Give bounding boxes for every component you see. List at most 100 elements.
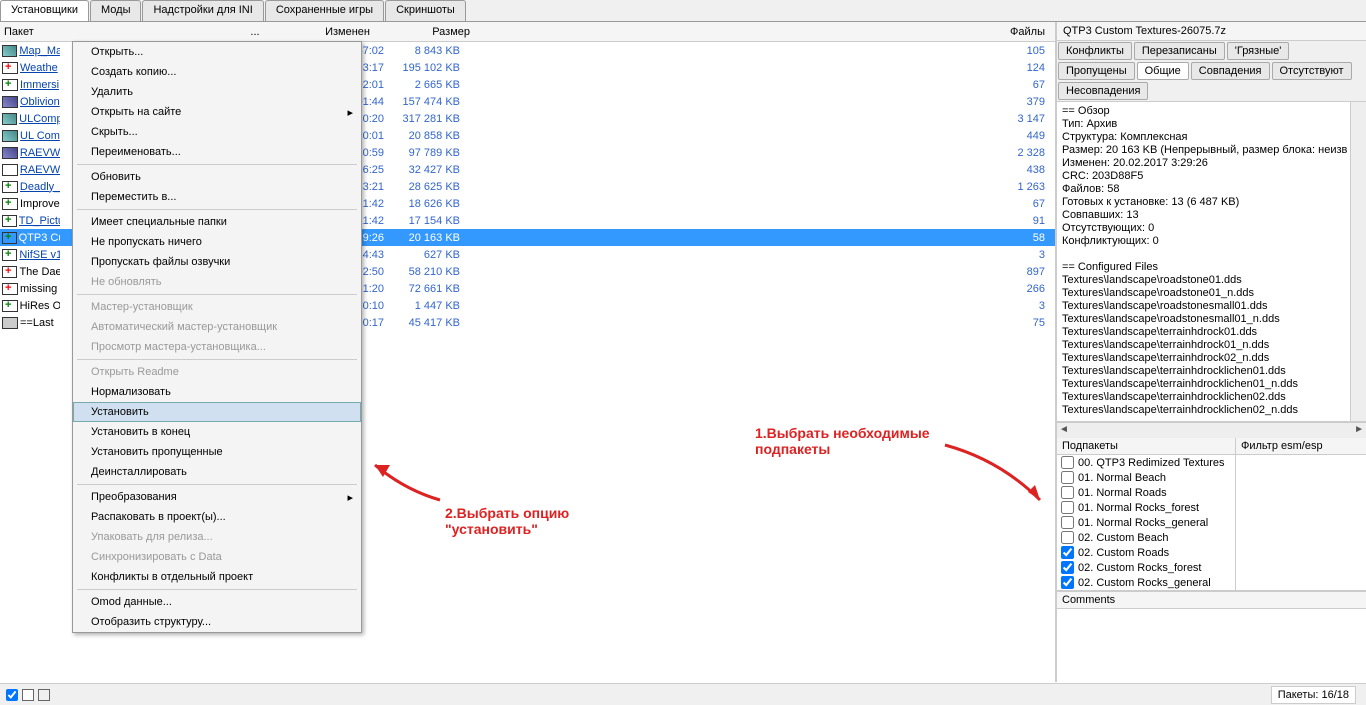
subpackage-item[interactable]: 02. Custom Rocks_general [1057,575,1235,590]
info-line: Файлов: 58 [1062,183,1361,196]
subpackage-checkbox[interactable] [1061,501,1074,514]
status-icon-3[interactable] [38,689,50,701]
rtab-general[interactable]: Общие [1137,62,1189,80]
menu-item: Открыть Readme [73,362,361,382]
menu-item[interactable]: Удалить [73,82,361,102]
subpackage-item[interactable]: 02. Custom Rocks_forest [1057,560,1235,575]
rtab-overwrite[interactable]: Перезаписаны [1134,42,1225,60]
tab-installers[interactable]: Установщики [0,0,89,21]
menu-item: Просмотр мастера-установщика... [73,337,361,357]
package-icon [2,300,18,312]
subpackage-item[interactable]: 00. QTP3 Redimized Textures [1057,455,1235,470]
package-name: Weathe [20,62,58,74]
subpackage-checkbox[interactable] [1061,531,1074,544]
cell-files: 3 [470,300,1055,312]
menu-item[interactable]: Создать копию... [73,62,361,82]
subpackage-checkbox[interactable] [1061,546,1074,559]
menu-item[interactable]: Распаковать в проект(ы)... [73,507,361,527]
menu-item[interactable]: Обновить [73,167,361,187]
menu-item[interactable]: Omod данные... [73,592,361,612]
menu-item[interactable]: Установить пропущенные [73,442,361,462]
menu-item[interactable]: Открыть... [73,42,361,62]
status-icon-red[interactable] [22,689,34,701]
rtab-conflicts[interactable]: Конфликты [1058,42,1132,60]
cell-files: 3 147 [470,113,1055,125]
subpackage-label: 02. Custom Beach [1078,532,1169,544]
subpackage-label: 01. Normal Rocks_forest [1078,502,1199,514]
package-icon [2,283,18,295]
col-package[interactable]: Пакет [0,26,250,38]
col-size[interactable]: Размер [380,26,480,38]
subpackage-item[interactable]: 02. Custom Roads [1057,545,1235,560]
menu-item[interactable]: Открыть на сайте▸ [73,102,361,122]
cell-size: 20 858 KB [390,130,470,142]
package-name: Oblivion [20,96,60,108]
comments-header: Comments [1057,592,1366,609]
subpackage-checkbox[interactable] [1061,486,1074,499]
details-panel: QTP3 Custom Textures-26075.7z Конфликты … [1056,22,1366,682]
tab-ini[interactable]: Надстройки для INI [142,0,263,21]
package-name: HiRes O [20,300,60,312]
menu-item[interactable]: Имеет специальные папки [73,212,361,232]
subpackage-list[interactable]: 00. QTP3 Redimized Textures 01. Normal Be… [1057,455,1235,590]
package-icon [2,62,18,74]
cell-files: 67 [470,198,1055,210]
menu-item[interactable]: Не пропускать ничего [73,232,361,252]
info-line: Конфликтующих: 0 [1062,235,1361,248]
col-modified[interactable]: Изменен [260,26,380,38]
subpackage-label: 02. Custom Rocks_forest [1078,562,1202,574]
col-files[interactable]: Файлы [480,26,1055,38]
tab-screens[interactable]: Скриншоты [385,0,466,21]
menu-item[interactable]: Установить в конец [73,422,361,442]
rtab-matched[interactable]: Совпадения [1191,62,1270,80]
subpackage-item[interactable]: 01. Normal Beach [1057,470,1235,485]
package-name: Immersi [20,79,59,91]
menu-item[interactable]: Преобразования▸ [73,487,361,507]
menu-item[interactable]: Скрыть... [73,122,361,142]
vertical-scrollbar[interactable] [1350,102,1366,421]
menu-item[interactable]: Конфликты в отдельный проект [73,567,361,587]
subpackage-item[interactable]: 02. Custom Beach [1057,530,1235,545]
rtab-skipped[interactable]: Пропущены [1058,62,1135,80]
info-line: Textures\landscape\roadstone01_n.dds [1062,287,1361,300]
package-icon [2,266,17,278]
menu-item[interactable]: Переименовать... [73,142,361,162]
cell-size: 20 163 KB [390,232,470,244]
info-text: == ОбзорТип: АрхивСтруктура: Комплексная… [1057,102,1366,422]
col-dots[interactable]: ... [250,26,260,38]
package-name: QTP3 Cu [19,232,60,244]
menu-item[interactable]: Установить [73,402,361,422]
menu-item[interactable]: Отобразить структуру... [73,612,361,632]
menu-item[interactable]: Нормализовать [73,382,361,402]
subpackage-checkbox[interactable] [1061,561,1074,574]
menu-item[interactable]: Пропускать файлы озвучки [73,252,361,272]
cell-size: 8 843 KB [390,45,470,57]
rtab-dirty[interactable]: 'Грязные' [1227,42,1290,60]
package-icon [2,130,18,142]
subpackage-panel: Подпакеты 00. QTP3 Redimized Textures01.… [1057,438,1236,590]
tab-saves[interactable]: Сохраненные игры [265,0,384,21]
cell-size: 317 281 KB [390,113,470,125]
comments-body[interactable] [1057,609,1366,639]
subpackage-label: 02. Custom Roads [1078,547,1169,559]
menu-item[interactable]: Переместить в... [73,187,361,207]
rtab-mismatch[interactable]: Несовпадения [1058,82,1148,100]
subpackage-label: 01. Normal Beach [1078,472,1166,484]
horizontal-scrollbar[interactable] [1057,422,1366,438]
rtab-missing[interactable]: Отсутствуют [1272,62,1352,80]
subpackage-item[interactable]: 01. Normal Roads [1057,485,1235,500]
subpackage-checkbox[interactable] [1061,516,1074,529]
subpackage-checkbox[interactable] [1061,576,1074,589]
tab-mods[interactable]: Моды [90,0,142,21]
info-line: == Обзор [1062,105,1361,118]
subpackage-checkbox[interactable] [1061,471,1074,484]
subpackage-checkbox[interactable] [1061,456,1074,469]
info-line: Textures\landscape\terrainhdrocklichen02… [1062,391,1361,404]
subpackage-item[interactable]: 01. Normal Rocks_general [1057,515,1235,530]
subpackage-item[interactable]: 01. Normal Rocks_forest [1057,500,1235,515]
menu-item[interactable]: Деинсталлировать [73,462,361,482]
info-line: Textures\landscape\terrainhdrocklichen01… [1062,378,1361,391]
status-check-green[interactable] [6,689,18,701]
cell-size: 32 427 KB [390,164,470,176]
info-line: Textures\landscape\terrainhdrock01.dds [1062,326,1361,339]
